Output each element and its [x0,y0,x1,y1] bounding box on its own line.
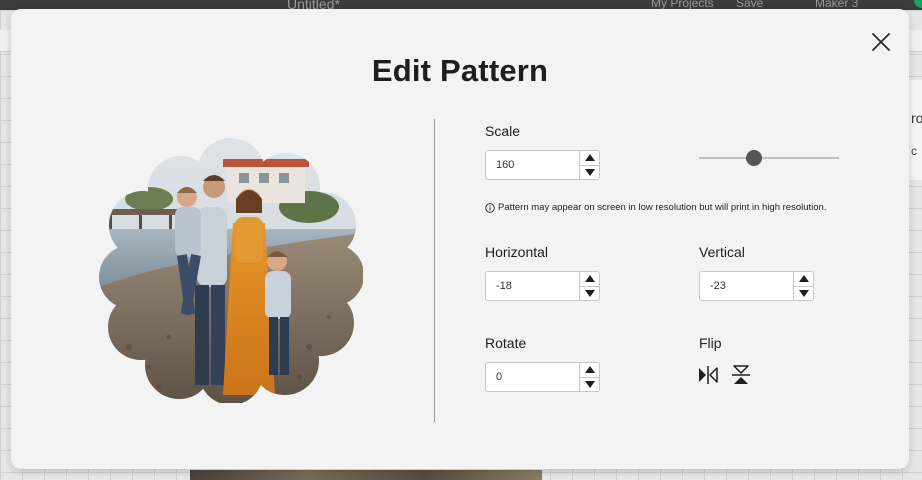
rotate-increment-button[interactable] [580,363,599,378]
rotate-stepper [485,362,600,392]
horizontal-increment-button[interactable] [580,272,599,287]
flip-vertical-icon[interactable] [730,364,752,386]
arrow-up-icon [584,275,595,283]
pattern-preview [99,137,363,403]
rotate-input[interactable] [486,363,579,391]
flip-label: Flip [699,335,722,351]
canvas-image-edge [190,470,542,480]
vertical-stepper [699,271,814,301]
arrow-up-icon [584,366,595,374]
panel-text-fragment-2: c [911,144,917,158]
arrow-up-icon [798,275,809,283]
dialog-title: Edit Pattern [371,53,549,88]
arrow-down-icon [584,168,595,176]
vertical-input[interactable] [700,272,793,300]
scale-spin [579,151,599,179]
scale-slider[interactable] [699,150,839,166]
vertical-increment-button[interactable] [794,272,813,287]
edit-pattern-dialog: Edit Pattern Scale 160 Pattern may appea… [11,9,909,469]
panel-text-fragment: ro [911,110,922,126]
scale-increment-button[interactable] [580,151,599,166]
vertical-label: Vertical [699,244,745,260]
info-icon [485,202,495,213]
close-icon[interactable] [870,31,892,53]
horizontal-spin [579,272,599,300]
vertical-decrement-button[interactable] [794,287,813,301]
scale-slider-handle[interactable] [745,150,762,166]
horizontal-stepper [485,271,600,301]
scale-input[interactable] [486,151,579,179]
arrow-down-icon [584,289,595,297]
rotate-decrement-button[interactable] [580,378,599,392]
rotate-label: Rotate [485,335,527,351]
arrow-down-icon [798,289,809,297]
vertical-spin [793,272,813,300]
scale-label: Scale [485,123,521,139]
resolution-note: Pattern may appear on screen in low reso… [485,202,826,213]
arrow-up-icon [584,154,595,162]
scale-stepper [485,150,600,180]
layers-panel-edge: ro c [908,80,922,180]
horizontal-decrement-button[interactable] [580,287,599,301]
resolution-note-text: Pattern may appear on screen in low reso… [498,202,827,213]
flip-horizontal-icon[interactable] [697,364,719,386]
panel-divider [434,119,435,422]
arrow-down-icon [584,380,595,388]
scale-decrement-button[interactable] [580,166,599,180]
rotate-spin [579,363,599,391]
horizontal-input[interactable] [486,272,579,300]
horizontal-label: Horizontal [485,244,549,260]
